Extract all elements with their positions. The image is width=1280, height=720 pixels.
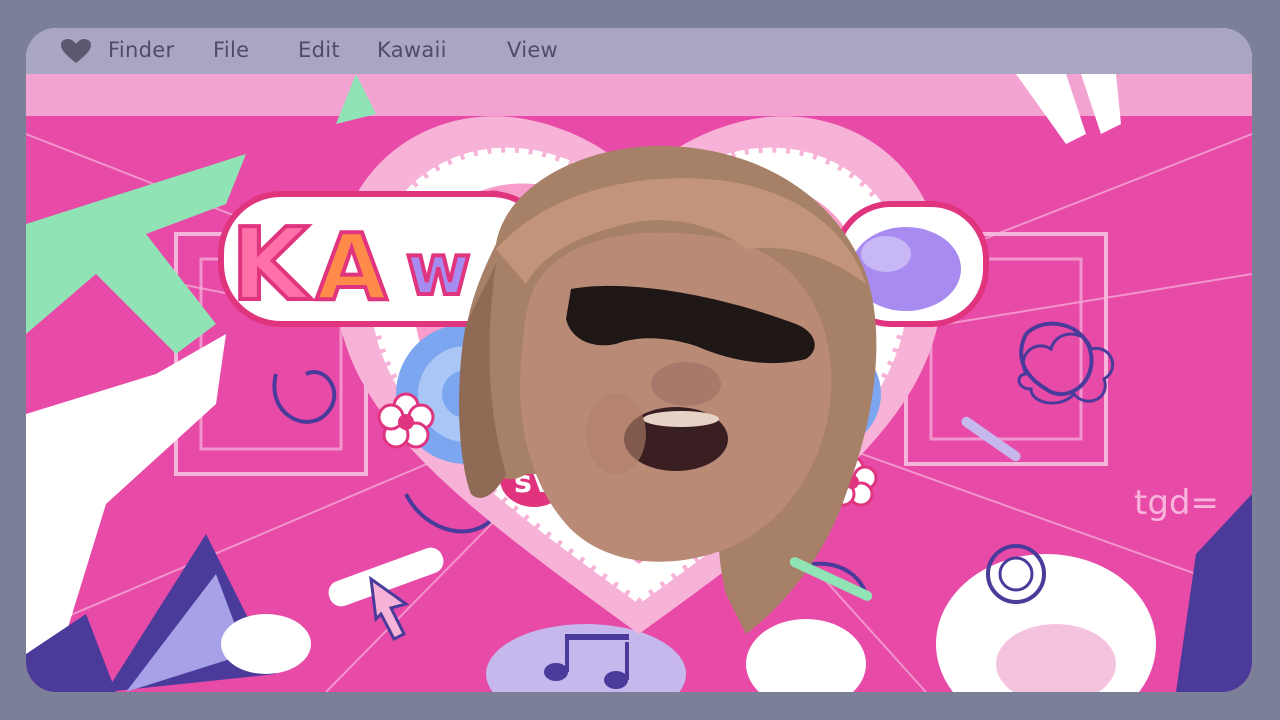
kawaii-window: Finder File Edit Kawaii View K A w sV tg… [26, 28, 1252, 692]
kawaii-artwork: K A w sV tgd= [26, 74, 1252, 692]
menu-bar: Finder File Edit Kawaii View [26, 28, 1252, 74]
video-frame: K A w sV tgd= [26, 74, 1252, 692]
menu-view[interactable]: View [507, 38, 558, 62]
menu-kawaii[interactable]: Kawaii [377, 38, 447, 62]
title-letter-k: K [231, 206, 312, 323]
corner-scribble: tgd= [1134, 483, 1219, 523]
heart-icon[interactable] [60, 38, 92, 64]
menu-edit[interactable]: Edit [298, 38, 340, 62]
menu-file[interactable]: File [213, 38, 249, 62]
title-letter-a: A [316, 214, 387, 321]
title-letter-w: w [406, 229, 471, 311]
menu-finder[interactable]: Finder [108, 38, 174, 62]
